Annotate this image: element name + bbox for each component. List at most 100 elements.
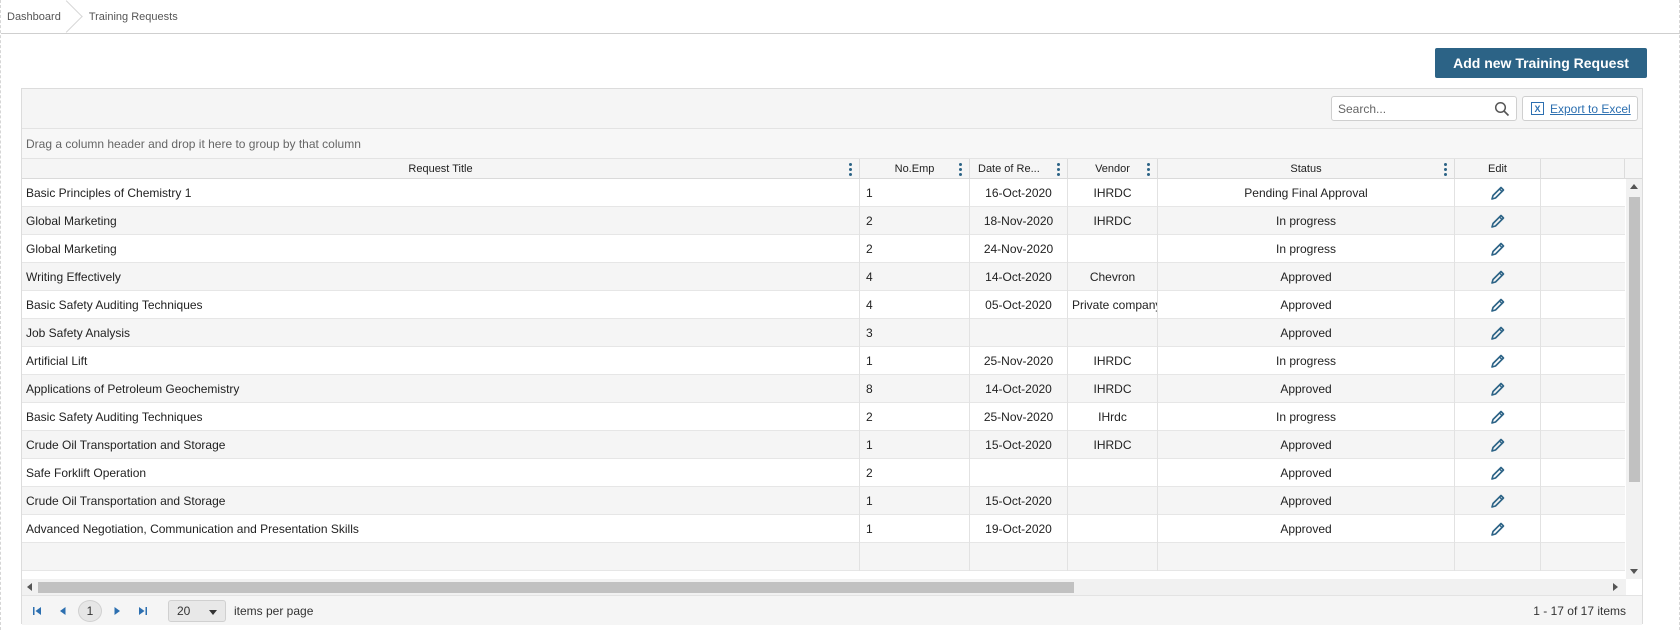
add-training-request-button[interactable]: Add new Training Request [1435,48,1647,78]
current-page-indicator: 1 [78,599,102,622]
breadcrumb-separator [67,0,79,34]
table-row[interactable]: Basic Safety Auditing Techniques 2 25-No… [22,403,1625,431]
cell-request-title: Crude Oil Transportation and Storage [22,487,860,515]
table-row[interactable]: Crude Oil Transportation and Storage 1 1… [22,487,1625,515]
table-row[interactable]: Global Marketing 2 24-Nov-2020 In progre… [22,235,1625,263]
table-row[interactable]: Applications of Petroleum Geochemistry 8… [22,375,1625,403]
cell-no-emp: 4 [860,263,970,291]
vertical-scrollbar[interactable] [1626,179,1642,579]
search-input[interactable] [1338,101,1488,116]
cell-date: 25-Nov-2020 [970,347,1068,375]
last-page-button[interactable] [132,600,154,622]
table-row[interactable]: Basic Principles of Chemistry 1 1 16-Oct… [22,179,1625,207]
column-menu-icon[interactable] [849,163,853,176]
vertical-scroll-thumb[interactable] [1629,197,1640,482]
first-page-button[interactable] [26,600,48,622]
column-header-no-emp[interactable]: No.Emp [860,159,970,179]
cell-vendor: IHRDC [1068,431,1158,459]
table-row[interactable]: Basic Safety Auditing Techniques 4 05-Oc… [22,291,1625,319]
cell-extra [1541,431,1625,459]
cell-edit [1455,291,1541,319]
grid-body: Basic Principles of Chemistry 1 1 16-Oct… [22,179,1625,579]
pencil-icon[interactable] [1490,409,1506,425]
page: Dashboard Training Requests Add new Trai… [0,0,1680,630]
horizontal-scrollbar[interactable] [22,579,1626,595]
scroll-right-arrow-icon[interactable] [1613,583,1618,591]
pager: 1 20 items per page 1 - 17 of 17 items [22,595,1642,625]
next-page-button[interactable] [106,600,128,622]
previous-page-icon [60,606,66,615]
cell-edit [1455,431,1541,459]
cell-date: 14-Oct-2020 [970,263,1068,291]
cell-date: 18-Nov-2020 [970,207,1068,235]
table-row[interactable]: Advanced Negotiation, Communication and … [22,515,1625,543]
cell-edit [1455,487,1541,515]
cell-status: In progress [1158,403,1455,431]
cell-status: In progress [1158,235,1455,263]
cell-request-title: Global Marketing [22,207,860,235]
cell-edit [1455,543,1541,571]
table-row[interactable]: Writing Effectively 4 14-Oct-2020 Chevro… [22,263,1625,291]
table-row-partial[interactable] [22,543,1625,571]
scroll-up-arrow-icon[interactable] [1630,184,1638,189]
cell-edit [1455,319,1541,347]
scroll-left-arrow-icon[interactable] [27,583,32,591]
scroll-down-arrow-icon[interactable] [1630,569,1638,574]
cell-status: Approved [1158,487,1455,515]
cell-no-emp: 1 [860,179,970,207]
cell-date: 16-Oct-2020 [970,179,1068,207]
cell-vendor: IHRDC [1068,179,1158,207]
pencil-icon[interactable] [1490,213,1506,229]
horizontal-scroll-thumb[interactable] [38,582,1074,593]
cell-extra [1541,487,1625,515]
column-menu-icon[interactable] [1057,163,1061,176]
column-menu-icon[interactable] [1444,163,1448,176]
group-by-drop-zone[interactable]: Drag a column header and drop it here to… [22,129,1642,159]
pencil-icon[interactable] [1490,269,1506,285]
cell-extra [1541,375,1625,403]
pencil-icon[interactable] [1490,493,1506,509]
table-row[interactable]: Global Marketing 2 18-Nov-2020 IHRDC In … [22,207,1625,235]
table-row[interactable]: Artificial Lift 1 25-Nov-2020 IHRDC In p… [22,347,1625,375]
pencil-icon[interactable] [1490,297,1506,313]
pencil-icon[interactable] [1490,381,1506,397]
cell-request-title: Global Marketing [22,235,860,263]
cell-request-title: Safe Forklift Operation [22,459,860,487]
cell-status [1158,543,1455,571]
table-row[interactable]: Crude Oil Transportation and Storage 1 1… [22,431,1625,459]
cell-date: 15-Oct-2020 [970,487,1068,515]
cell-vendor [1068,235,1158,263]
pencil-icon[interactable] [1490,521,1506,537]
cell-request-title: Basic Principles of Chemistry 1 [22,179,860,207]
table-row[interactable]: Safe Forklift Operation 2 Approved [22,459,1625,487]
column-header-request-title[interactable]: Request Title [22,159,860,179]
cell-request-title: Advanced Negotiation, Communication and … [22,515,860,543]
cell-vendor: IHrdc [1068,403,1158,431]
pencil-icon[interactable] [1490,465,1506,481]
pencil-icon[interactable] [1490,241,1506,257]
pencil-icon[interactable] [1490,185,1506,201]
column-menu-icon[interactable] [1147,163,1151,176]
cell-date: 14-Oct-2020 [970,375,1068,403]
export-to-excel-button[interactable]: X Export to Excel [1522,96,1638,121]
pencil-icon[interactable] [1490,437,1506,453]
cell-date [970,543,1068,571]
table-row[interactable]: Job Safety Analysis 3 Approved [22,319,1625,347]
column-header-status[interactable]: Status [1158,159,1455,179]
chevron-down-icon [209,609,217,615]
search-box [1331,96,1517,121]
cell-vendor: Chevron [1068,263,1158,291]
column-header-date[interactable]: Date of Re... [970,159,1068,179]
pencil-icon[interactable] [1490,325,1506,341]
pencil-icon[interactable] [1490,353,1506,369]
previous-page-button[interactable] [52,600,74,622]
cell-no-emp: 1 [860,487,970,515]
column-header-vendor[interactable]: Vendor [1068,159,1158,179]
cell-status: Approved [1158,263,1455,291]
search-icon[interactable] [1494,101,1510,117]
cell-extra [1541,459,1625,487]
page-size-select[interactable]: 20 [168,599,226,622]
cell-date: 25-Nov-2020 [970,403,1068,431]
column-menu-icon[interactable] [959,163,963,176]
cell-date: 19-Oct-2020 [970,515,1068,543]
